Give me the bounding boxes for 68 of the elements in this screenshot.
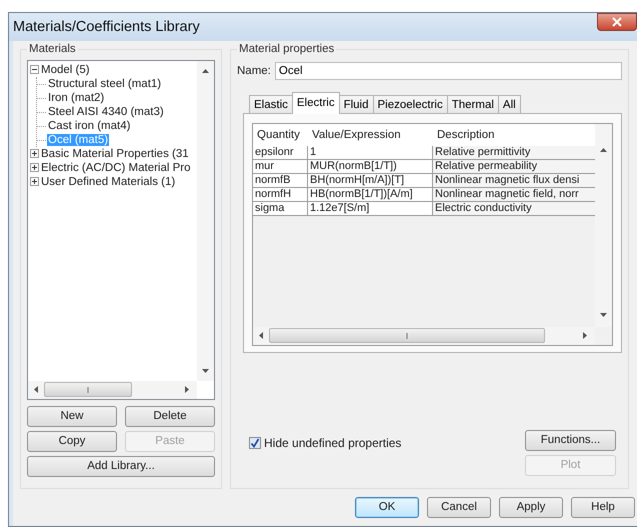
horizontal-scrollbar[interactable]	[253, 326, 595, 345]
column-header[interactable]: Description	[433, 128, 595, 141]
material-action-button[interactable]: Copy	[27, 430, 117, 452]
tree-item[interactable]: Structural steel (mat1)	[47, 78, 162, 90]
checkbox[interactable]	[249, 436, 261, 449]
checkbox-label: Hide undefined properties	[264, 436, 402, 450]
scroll-up-icon[interactable]	[600, 148, 607, 152]
tab[interactable]: Elastic	[249, 94, 293, 114]
tab[interactable]: Thermal	[446, 94, 499, 114]
table-cell: Nonlinear magnetic flux densi	[433, 174, 595, 187]
table-cell: MUR(normB[1/T])	[308, 160, 433, 173]
tree-item[interactable]: Cast iron (mat4)	[47, 120, 132, 132]
name-label: Name:	[237, 64, 271, 77]
expand-icon[interactable]	[30, 177, 39, 186]
expand-icon[interactable]	[30, 163, 39, 172]
scroll-left-icon[interactable]	[259, 332, 263, 340]
tree-item[interactable]: Model (5)	[40, 62, 91, 77]
window-title: Materials/Coefficients Library	[13, 18, 200, 35]
table-cell: sigma	[253, 202, 308, 215]
scroll-right-icon[interactable]	[583, 332, 587, 340]
vertical-scrollbar[interactable]	[595, 124, 612, 327]
dialog-button[interactable]: Cancel	[427, 496, 491, 518]
name-field[interactable]: Ocel	[274, 62, 622, 80]
material-action-button[interactable]: New	[27, 406, 117, 427]
table-cell: 1.12e7[S/m]	[308, 202, 433, 215]
tree-item[interactable]: Electric (AC/DC) Material Pro	[40, 160, 192, 175]
tab[interactable]: Fluid	[338, 94, 374, 114]
tree-item[interactable]: User Defined Materials (1)	[40, 174, 176, 189]
group-label: Materials	[27, 42, 78, 55]
group-label: Material properties	[237, 42, 336, 55]
table-cell: BH(normH[m/A])[T]	[308, 174, 433, 187]
tree-item[interactable]: Steel AISI 4340 (mat3)	[47, 106, 165, 118]
material-action-button[interactable]: Delete	[125, 406, 215, 427]
table-cell: HB(normB[1/T])[A/m]	[308, 188, 433, 201]
scroll-down-icon[interactable]	[600, 312, 607, 317]
tree-item[interactable]: Basic Material Properties (31	[40, 146, 190, 161]
dialog-button[interactable]: Apply	[499, 496, 563, 518]
tab[interactable]: Electric	[292, 92, 340, 114]
expand-icon[interactable]	[30, 149, 39, 158]
scroll-up-icon[interactable]	[202, 68, 209, 73]
material-action-button[interactable]: Add Library...	[27, 456, 215, 477]
dialog-button[interactable]: Help	[571, 496, 635, 518]
table-cell: epsilonr	[253, 146, 308, 159]
tab[interactable]: Piezoelectric	[372, 94, 448, 114]
close-button[interactable]	[597, 12, 637, 31]
tab[interactable]: All	[498, 94, 521, 114]
scroll-left-icon[interactable]	[34, 386, 38, 394]
scroll-right-icon[interactable]	[185, 386, 189, 394]
scrollbar-thumb[interactable]	[44, 382, 132, 398]
table-cell: normfH	[253, 188, 308, 201]
table-cell: 1	[308, 146, 433, 159]
horizontal-scrollbar[interactable]	[28, 380, 197, 399]
table-cell: normfB	[253, 174, 308, 187]
table-cell: Relative permeability	[433, 160, 595, 173]
scroll-down-icon[interactable]	[202, 368, 209, 373]
table-cell: Nonlinear magnetic field, norr	[433, 188, 595, 201]
close-icon	[612, 16, 622, 27]
tree-item[interactable]: Iron (mat2)	[47, 92, 106, 104]
dialog-button[interactable]: OK	[355, 496, 419, 518]
column-header[interactable]: Quantity	[253, 128, 308, 141]
column-header[interactable]: Value/Expression	[308, 128, 433, 141]
vertical-scrollbar[interactable]	[197, 60, 214, 381]
table-cell: Electric conductivity	[433, 202, 595, 215]
collapse-icon[interactable]	[30, 65, 39, 74]
property-action-button[interactable]: Functions...	[525, 430, 616, 451]
table-cell: mur	[253, 160, 308, 173]
scrollbar-thumb[interactable]	[269, 328, 545, 344]
table-cell: Relative permittivity	[433, 146, 595, 159]
